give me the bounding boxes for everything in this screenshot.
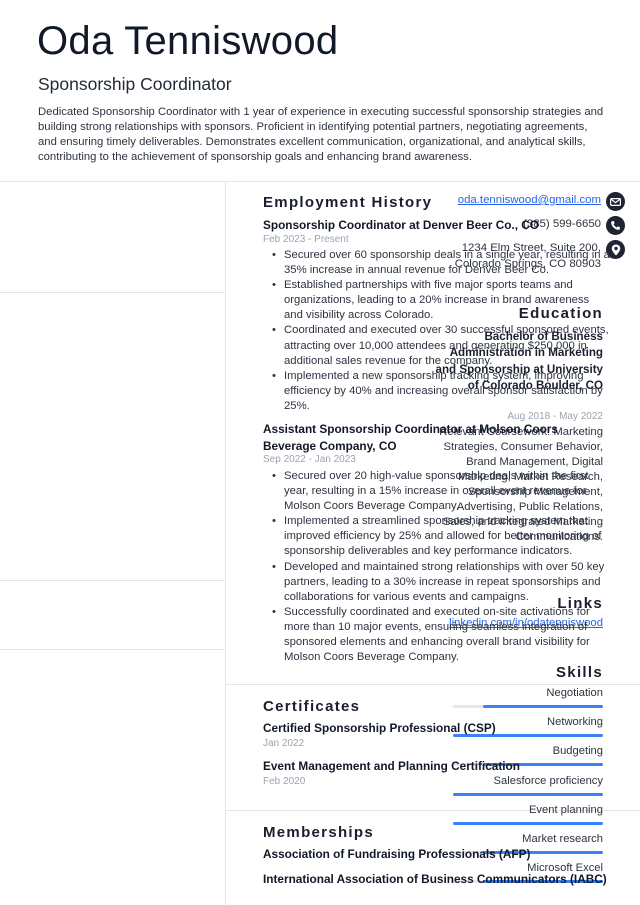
- job-bullet: Successfully coordinated and executed on…: [270, 605, 610, 665]
- skill-label: Budgeting: [552, 745, 603, 758]
- left-divider-education: [0, 580, 225, 581]
- memberships-title: Memberships: [263, 824, 374, 841]
- certificates-title: Certificates: [263, 698, 361, 715]
- job-bullet: Secured over 60 sponsorship deals in a s…: [270, 248, 610, 278]
- right-divider-employment: [226, 684, 640, 685]
- skills-title: Skills: [556, 664, 603, 681]
- phone-icon: [606, 216, 625, 235]
- left-divider-contact: [0, 292, 225, 293]
- job-bullet: Implemented a streamlined sponsorship tr…: [270, 514, 610, 559]
- skill-item: Negotiation: [453, 686, 603, 708]
- job-bullet: Developed and maintained strong relation…: [270, 560, 610, 605]
- job-bullets: Secured over 20 high-value sponsorship d…: [270, 469, 610, 665]
- skill-level-fill: [453, 821, 603, 825]
- skill-item: Salesforce proficiency: [453, 774, 603, 796]
- membership-item: Association of Fundraising Professionals…: [263, 847, 531, 861]
- skill-level-bar: [453, 705, 603, 708]
- certificate-date: Feb 2020: [263, 776, 306, 787]
- left-divider-links: [0, 649, 225, 650]
- contact-email[interactable]: oda.tenniswood@gmail.com: [458, 192, 625, 211]
- job-bullet: Established partnerships with five major…: [270, 278, 610, 323]
- job-bullets: Secured over 60 sponsorship deals in a s…: [270, 248, 610, 414]
- header-divider: [0, 181, 640, 182]
- certificate-name: Event Management and Planning Certificat…: [263, 759, 520, 773]
- job-heading: Sponsorship Coordinator at Denver Beer C…: [263, 218, 539, 232]
- skill-level-fill: [453, 792, 603, 796]
- skill-label: Market research: [522, 833, 603, 845]
- skill-label: Event planning: [528, 803, 603, 816]
- profile-summary: Dedicated Sponsorship Coordinator with 1…: [38, 106, 604, 163]
- certificate-date: Jan 2022: [263, 738, 305, 749]
- job-dates: Feb 2023 - Present: [263, 234, 349, 245]
- column-divider: [225, 181, 226, 905]
- skill-level-bar: [453, 792, 603, 796]
- job-bullet: Implemented a new sponsorship tracking s…: [270, 369, 610, 414]
- envelope-icon: [606, 192, 625, 211]
- skill-level-bar: [453, 821, 603, 825]
- job-bullet: Secured over 20 high-value sponsorship d…: [270, 469, 610, 514]
- membership-item: International Association of Business Co…: [263, 872, 607, 886]
- candidate-title: Sponsorship Coordinator: [38, 74, 232, 94]
- job-dates: Sep 2022 - Jan 2023: [263, 454, 356, 465]
- skill-label: Salesforce proficiency: [493, 774, 603, 787]
- skill-item: Event planning: [453, 803, 603, 825]
- certificate-name: Certified Sponsorship Professional (CSP): [263, 721, 496, 735]
- skill-level-fill: [483, 705, 603, 708]
- job-heading: Assistant Sponsorship Coordinator at Mol…: [263, 422, 558, 453]
- employment-title: Employment History: [263, 194, 433, 211]
- email-link[interactable]: oda.tenniswood@gmail.com: [458, 192, 601, 208]
- candidate-name: Oda Tenniswood: [37, 19, 339, 63]
- job-bullet: Coordinated and executed over 30 success…: [270, 323, 610, 368]
- skill-label: Negotiation: [546, 687, 603, 699]
